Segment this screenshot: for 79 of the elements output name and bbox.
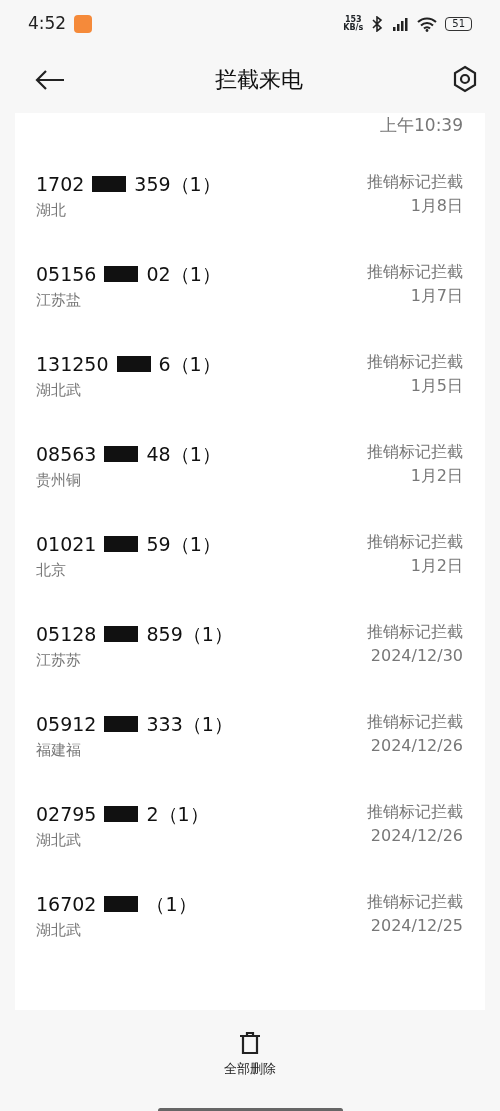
caller-location: 湖北 — [36, 199, 67, 221]
call-time: 上午10:39 — [379, 114, 464, 137]
call-row[interactable]: 01021 59（1） 北京 推销标记拦截 1月2日 — [15, 530, 485, 620]
redaction-mark — [104, 536, 139, 553]
call-row[interactable]: 02795 2（1） 湖北武 推销标记拦截 2024/12/26 — [15, 800, 485, 890]
call-date: 2024/12/25 — [370, 915, 463, 937]
redaction-mark — [92, 176, 127, 193]
battery-level: 51 — [445, 17, 472, 31]
caller-location: 江苏盐 — [36, 289, 82, 311]
block-reason: 推销标记拦截 — [367, 711, 463, 733]
caller-location: 贵州铜 — [36, 469, 82, 491]
back-button[interactable] — [34, 67, 66, 91]
caller-location: 湖北武 — [36, 379, 82, 401]
phone-number: 48（1） — [146, 442, 221, 467]
phone-number: 1702 — [36, 172, 85, 197]
block-reason: 推销标记拦截 — [367, 801, 463, 823]
caller-location: 北京 — [36, 559, 67, 581]
phone-number: 05156 — [36, 262, 97, 287]
phone-number: 05128 — [36, 622, 97, 647]
call-date: 2024/12/30 — [370, 645, 463, 667]
call-row[interactable]: 05128 859（1） 江苏苏 推销标记拦截 2024/12/30 — [15, 620, 485, 710]
delete-all-button[interactable]: 全部删除 — [224, 1031, 276, 1079]
caller-location: 江苏苏 — [36, 649, 82, 671]
back-arrow-icon — [34, 69, 66, 90]
phone-number: （1） — [146, 892, 197, 917]
status-time: 4:52 — [28, 12, 67, 36]
block-reason: 推销标记拦截 — [367, 171, 463, 193]
caller-location: 湖北武 — [36, 919, 82, 941]
settings-button[interactable] — [452, 65, 478, 93]
call-row[interactable]: 05156 02（1） 江苏盐 推销标记拦截 1月7日 — [15, 260, 485, 350]
phone-number: 01021 — [36, 532, 97, 557]
call-date: 1月8日 — [410, 195, 463, 217]
caller-location: 福建福 — [36, 739, 82, 761]
phone-number: 6（1） — [158, 352, 221, 377]
block-reason: 推销标记拦截 — [367, 441, 463, 463]
block-reason: 推销标记拦截 — [367, 261, 463, 283]
phone-number: 859（1） — [146, 622, 233, 647]
network-speed: 153 — [343, 16, 362, 24]
caller-location: 湖北武 — [36, 829, 82, 851]
signal-icon — [391, 17, 410, 31]
call-row[interactable]: 1702 359（1） 湖北 推销标记拦截 1月8日 — [15, 170, 485, 260]
phone-number: 59（1） — [146, 532, 221, 557]
call-row[interactable]: 16702 （1） 湖北武 推销标记拦截 2024/12/25 — [15, 890, 485, 980]
block-reason: 推销标记拦截 — [367, 621, 463, 643]
phone-number: 333（1） — [146, 712, 233, 737]
phone-number: 131250 — [36, 352, 109, 377]
redaction-mark — [104, 266, 139, 283]
block-reason: 推销标记拦截 — [367, 531, 463, 553]
page-title: 拦截来电 — [215, 65, 303, 94]
redaction-mark — [104, 716, 139, 733]
redaction-mark — [104, 626, 139, 643]
redaction-mark — [104, 446, 139, 463]
call-date: 1月2日 — [410, 555, 463, 577]
phone-number: 05912 — [36, 712, 97, 737]
block-reason: 推销标记拦截 — [367, 891, 463, 913]
phone-number: 359（1） — [134, 172, 221, 197]
trash-icon — [238, 1031, 262, 1056]
wifi-icon — [417, 16, 438, 32]
phone-number: 02（1） — [146, 262, 221, 287]
bluetooth-icon — [371, 16, 384, 32]
block-reason: 推销标记拦截 — [367, 351, 463, 373]
call-date: 1月2日 — [410, 465, 463, 487]
call-row[interactable]: 08563 48（1） 贵州铜 推销标记拦截 1月2日 — [15, 440, 485, 530]
call-row[interactable]: 131250 6（1） 湖北武 推销标记拦截 1月5日 — [15, 350, 485, 440]
call-row[interactable]: 05912 333（1） 福建福 推销标记拦截 2024/12/26 — [15, 710, 485, 800]
call-date: 1月5日 — [410, 375, 463, 397]
phone-number: 02795 — [36, 802, 97, 827]
phone-number: 08563 — [36, 442, 97, 467]
phone-number: 16702 — [36, 892, 97, 917]
redaction-mark — [104, 896, 139, 913]
phone-number: 2（1） — [146, 802, 209, 827]
redaction-mark — [116, 356, 151, 373]
network-speed-unit: KB/s — [343, 24, 364, 32]
settings-icon — [452, 65, 478, 93]
redaction-mark — [104, 806, 139, 823]
call-date: 2024/12/26 — [370, 735, 463, 757]
call-date: 1月7日 — [410, 285, 463, 307]
call-date: 2024/12/26 — [370, 825, 463, 847]
app-notification-icon — [74, 15, 93, 33]
